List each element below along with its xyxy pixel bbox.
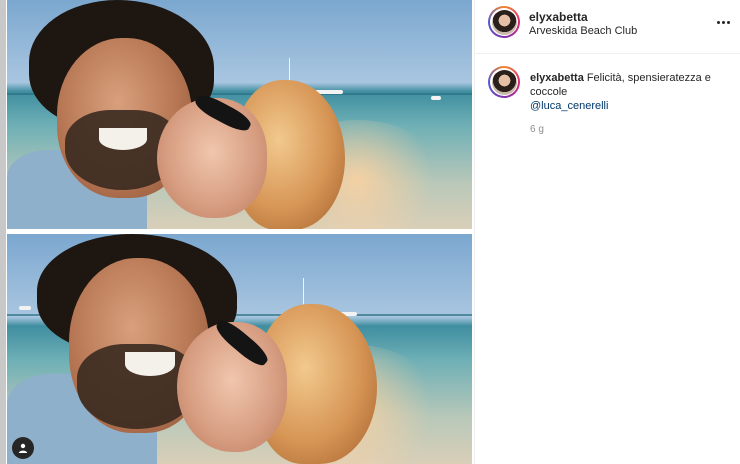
caption-body: elyxabetta Felicità, spensieratezza e coc… — [530, 71, 726, 113]
media-edge — [0, 0, 6, 464]
post-header: elyxabetta Arveskida Beach Club — [475, 0, 740, 54]
post-photo-2[interactable] — [7, 234, 472, 464]
man-smile — [99, 128, 147, 150]
more-options-button[interactable] — [713, 12, 733, 32]
boat — [19, 306, 31, 310]
avatar — [491, 9, 517, 35]
caption-username[interactable]: elyxabetta — [530, 72, 584, 84]
caption-avatar — [491, 69, 517, 95]
post-photo-1[interactable] — [7, 0, 472, 229]
boat — [431, 96, 441, 100]
post-username[interactable]: elyxabetta — [529, 10, 588, 24]
caption-timestamp[interactable]: 6 g — [530, 124, 544, 135]
caption-mention[interactable]: @luca_cenerelli — [530, 99, 726, 113]
more-horizontal-icon — [716, 20, 720, 24]
post-media — [0, 0, 474, 464]
caption-story-ring[interactable] — [488, 66, 520, 98]
post-location[interactable]: Arveskida Beach Club — [529, 25, 637, 37]
story-ring[interactable] — [488, 6, 520, 38]
post-details-panel: elyxabetta Arveskida Beach Club elyxabet… — [474, 0, 740, 464]
user-tag-button[interactable] — [12, 437, 34, 459]
user-tag-icon — [18, 443, 28, 453]
man-smile — [125, 352, 175, 376]
